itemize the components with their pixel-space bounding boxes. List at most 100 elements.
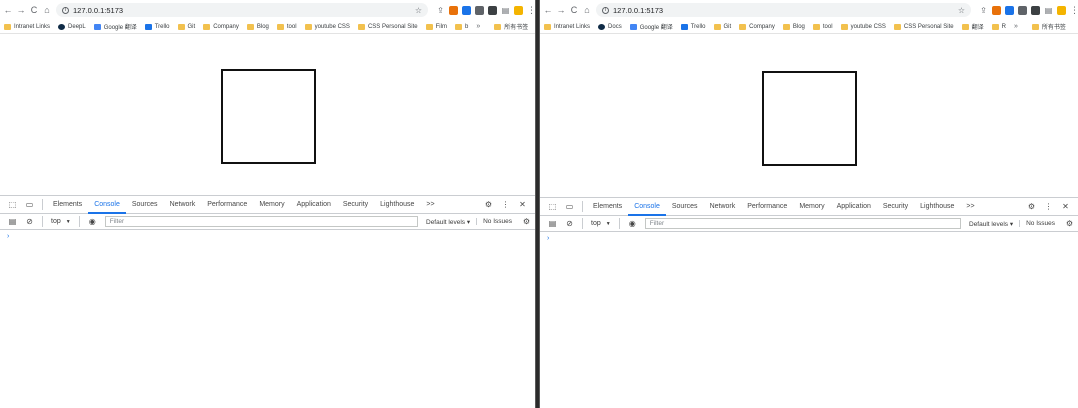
extension-icon[interactable]: [475, 5, 484, 15]
log-levels-dropdown[interactable]: Default levels ▾: [969, 220, 1013, 228]
tab-application[interactable]: Application: [291, 196, 337, 214]
gear-icon[interactable]: ⚙: [1027, 202, 1036, 211]
inspect-element-icon[interactable]: ⬚: [8, 200, 17, 209]
bookmark-item[interactable]: Intranet Links: [4, 23, 50, 30]
home-icon[interactable]: ⌂: [42, 5, 52, 15]
bookmark-item[interactable]: Google 翻译: [93, 22, 137, 31]
back-icon[interactable]: ←: [3, 5, 13, 15]
bookmark-item[interactable]: tool: [276, 23, 297, 30]
side-panel-icon[interactable]: ▤: [1044, 6, 1053, 15]
bookmark-star-icon[interactable]: ☆: [958, 6, 965, 15]
extension-icon[interactable]: [449, 5, 458, 15]
profile-avatar-icon[interactable]: [1057, 5, 1066, 15]
issues-counter[interactable]: No Issues: [1019, 220, 1055, 227]
extensions-puzzle-icon[interactable]: [488, 5, 497, 15]
sidebar-toggle-icon[interactable]: ▤: [8, 217, 17, 226]
bookmark-item[interactable]: CSS Personal Site: [893, 23, 954, 30]
bookmark-item[interactable]: Intranet Links: [544, 23, 590, 30]
share-icon[interactable]: ⇪: [979, 6, 988, 15]
bookmark-item[interactable]: 翻译: [961, 22, 984, 31]
tab-performance[interactable]: Performance: [741, 198, 793, 216]
bookmark-item[interactable]: DeepL: [58, 23, 86, 30]
bookmark-item[interactable]: R: [991, 23, 1006, 30]
bookmark-item[interactable]: Film: [425, 23, 447, 30]
bookmark-item[interactable]: tool: [812, 23, 833, 30]
console-prompt[interactable]: ›: [0, 230, 535, 240]
extension-icon[interactable]: [462, 5, 471, 15]
share-icon[interactable]: ⇪: [436, 6, 445, 15]
tab-security[interactable]: Security: [877, 198, 914, 216]
menu-kebab-icon[interactable]: ⋮: [527, 5, 535, 15]
bookmark-star-icon[interactable]: ☆: [415, 6, 422, 15]
kebab-icon[interactable]: ⋮: [501, 200, 510, 209]
issues-counter[interactable]: No Issues: [476, 218, 512, 225]
tab-lighthouse[interactable]: Lighthouse: [914, 198, 960, 216]
device-toggle-icon[interactable]: ▭: [25, 200, 34, 209]
tab-network[interactable]: Network: [704, 198, 742, 216]
bookmark-item[interactable]: Trello: [680, 23, 706, 30]
tab-memory[interactable]: Memory: [793, 198, 830, 216]
menu-kebab-icon[interactable]: ⋮: [1070, 5, 1078, 15]
bookmark-item[interactable]: Blog: [246, 23, 269, 30]
extension-icon[interactable]: [992, 5, 1001, 15]
tab-console[interactable]: Console: [88, 196, 126, 214]
bookmark-item[interactable]: youtube CSS: [840, 23, 886, 30]
reload-icon[interactable]: C: [569, 5, 579, 15]
console-settings-gear-icon[interactable]: ⚙: [522, 217, 531, 226]
bookmark-item[interactable]: Google 翻译: [629, 22, 673, 31]
kebab-icon[interactable]: ⋮: [1044, 202, 1053, 211]
tab-console[interactable]: Console: [628, 198, 666, 216]
back-icon[interactable]: ←: [543, 5, 553, 15]
close-icon[interactable]: ✕: [1061, 202, 1070, 211]
address-bar[interactable]: i 127.0.0.1:5173 ☆: [56, 3, 428, 17]
log-levels-dropdown[interactable]: Default levels ▾: [426, 218, 470, 226]
tab-sources[interactable]: Sources: [666, 198, 704, 216]
site-info-icon[interactable]: i: [62, 6, 69, 14]
more-tabs-button[interactable]: >>: [960, 198, 980, 216]
close-icon[interactable]: ✕: [518, 200, 527, 209]
bookmark-item[interactable]: Company: [203, 23, 239, 30]
extension-icon[interactable]: [1005, 5, 1014, 15]
home-icon[interactable]: ⌂: [582, 5, 592, 15]
console-settings-gear-icon[interactable]: ⚙: [1065, 219, 1074, 228]
inspect-element-icon[interactable]: ⬚: [548, 202, 557, 211]
tab-sources[interactable]: Sources: [126, 196, 164, 214]
side-panel-icon[interactable]: ▤: [501, 6, 510, 15]
profile-avatar-icon[interactable]: [514, 5, 523, 15]
tab-memory[interactable]: Memory: [253, 196, 290, 214]
bookmark-item[interactable]: Docs: [598, 23, 622, 30]
context-selector[interactable]: top ▼: [591, 220, 611, 227]
site-info-icon[interactable]: i: [602, 6, 609, 14]
sidebar-toggle-icon[interactable]: ▤: [548, 219, 557, 228]
clear-console-icon[interactable]: ⊘: [25, 217, 34, 226]
eye-icon[interactable]: ◉: [88, 217, 97, 226]
reload-icon[interactable]: C: [29, 5, 39, 15]
tab-lighthouse[interactable]: Lighthouse: [374, 196, 420, 214]
bookmark-item[interactable]: Blog: [782, 23, 805, 30]
filter-input[interactable]: Filter: [644, 218, 961, 229]
eye-icon[interactable]: ◉: [628, 219, 637, 228]
tab-application[interactable]: Application: [831, 198, 877, 216]
tab-elements[interactable]: Elements: [587, 198, 628, 216]
extensions-puzzle-icon[interactable]: [1031, 5, 1040, 15]
tab-elements[interactable]: Elements: [47, 196, 88, 214]
device-toggle-icon[interactable]: ▭: [565, 202, 574, 211]
bookmarks-overflow[interactable]: »: [476, 23, 486, 30]
bookmark-item[interactable]: Git: [713, 23, 731, 30]
bookmark-item[interactable]: Trello: [144, 23, 170, 30]
bookmarks-overflow[interactable]: »: [1014, 23, 1024, 30]
bookmark-item[interactable]: CSS Personal Site: [357, 23, 418, 30]
context-selector[interactable]: top ▼: [51, 218, 71, 225]
filter-input[interactable]: Filter: [104, 216, 418, 227]
all-bookmarks[interactable]: 所有书签: [1031, 22, 1066, 31]
address-bar[interactable]: i 127.0.0.1:5173 ☆: [596, 3, 971, 17]
bookmark-item[interactable]: youtube CSS: [304, 23, 350, 30]
forward-icon[interactable]: →: [16, 5, 26, 15]
clear-console-icon[interactable]: ⊘: [565, 219, 574, 228]
tab-security[interactable]: Security: [337, 196, 374, 214]
bookmark-item[interactable]: Company: [739, 23, 775, 30]
tab-network[interactable]: Network: [164, 196, 202, 214]
forward-icon[interactable]: →: [556, 5, 566, 15]
console-prompt[interactable]: ›: [540, 232, 1078, 242]
gear-icon[interactable]: ⚙: [484, 200, 493, 209]
